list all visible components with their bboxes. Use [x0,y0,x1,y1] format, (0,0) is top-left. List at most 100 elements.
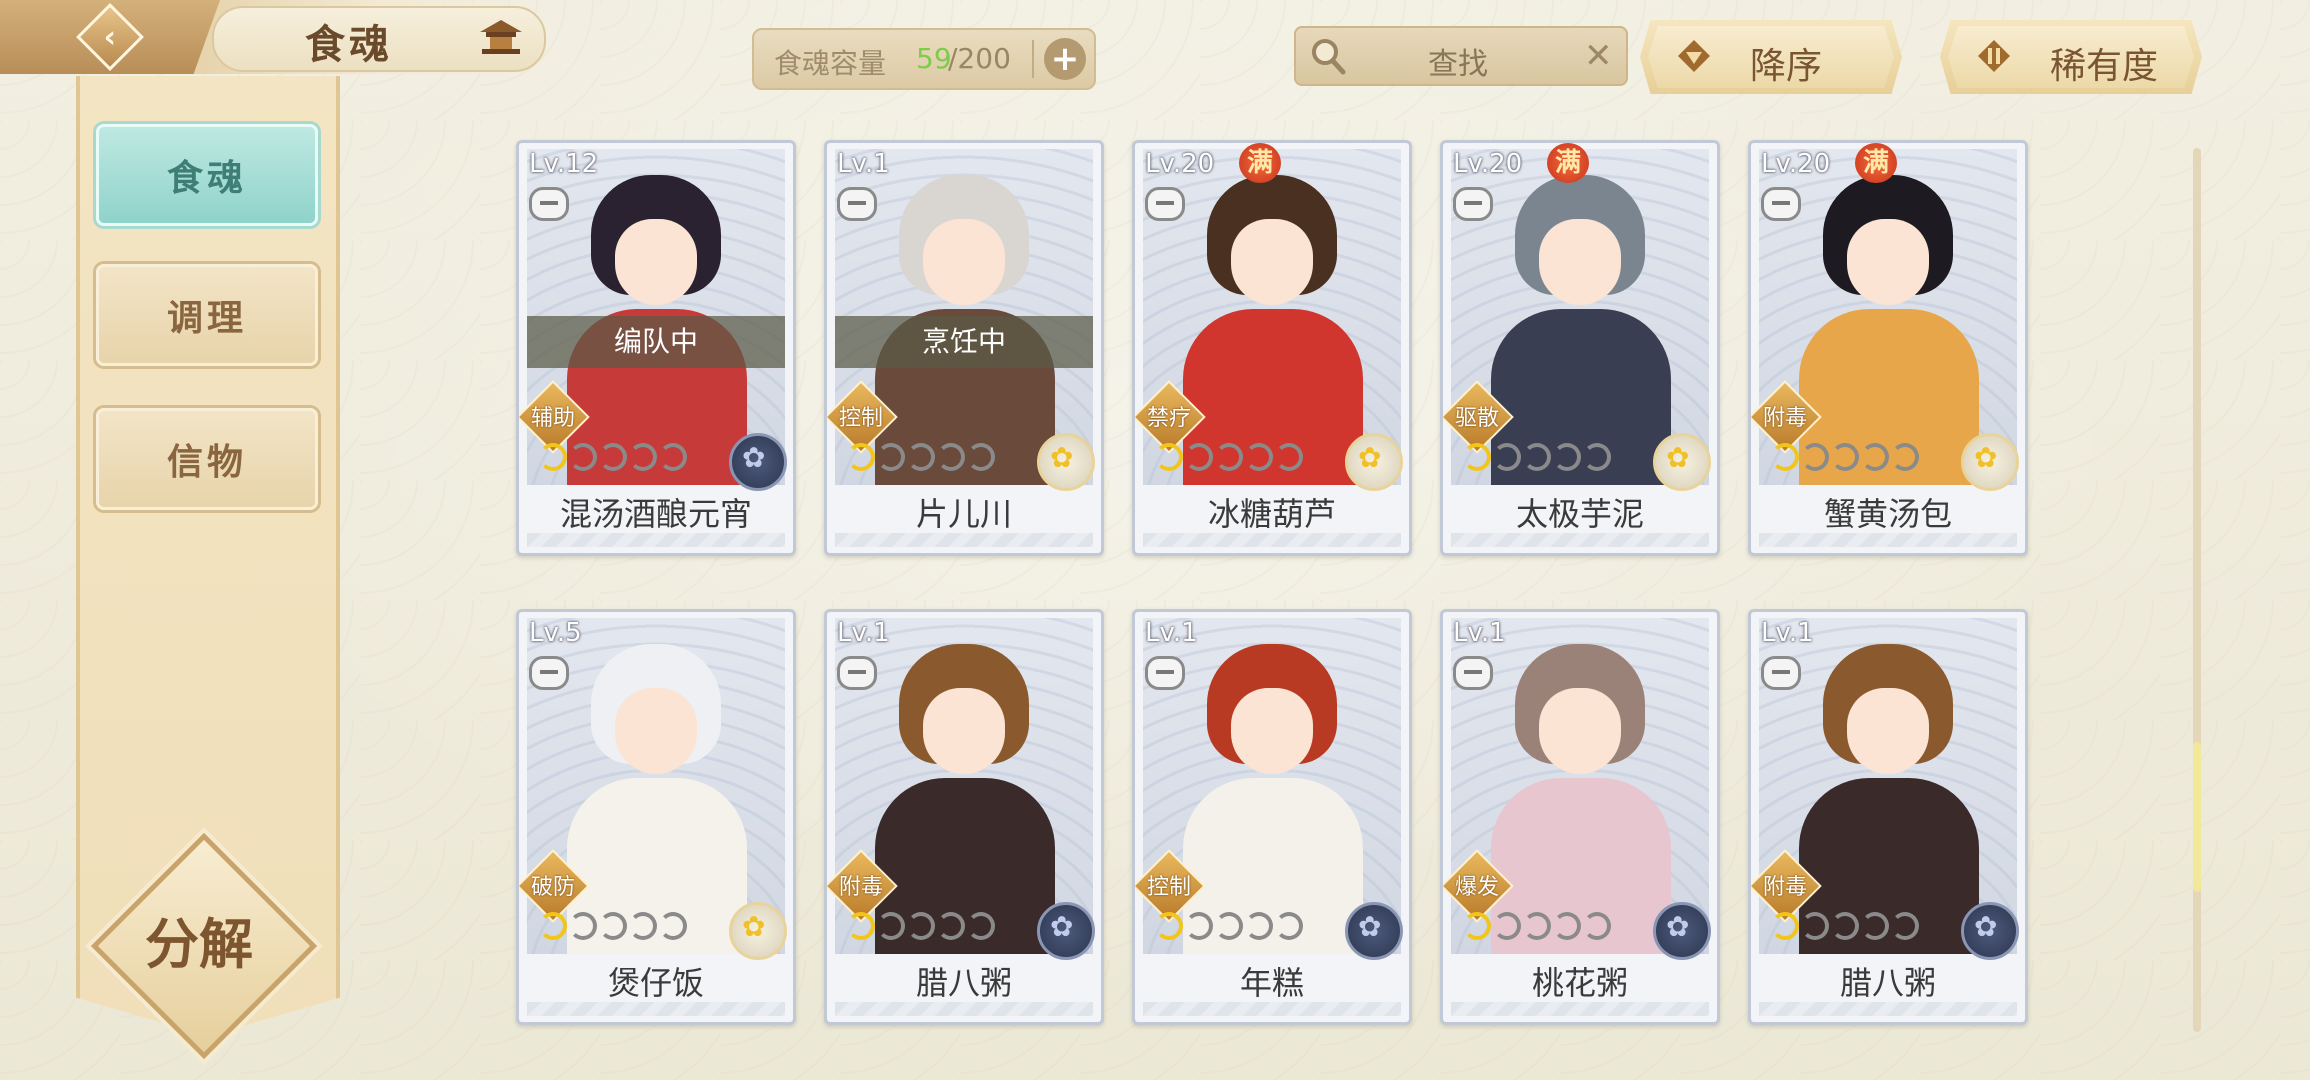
card-footer [835,533,1093,547]
level-label: Lv.1 [837,149,890,179]
star-icon [1801,912,1829,940]
food-soul-name: 腊八粥 [915,964,1012,1002]
character-face [615,688,697,774]
star-icon [967,443,995,471]
food-soul-card[interactable]: Lv.1 附毒 ✿ 腊八粥 [1748,609,2028,1025]
star-icon [1891,443,1919,471]
character-face [1847,219,1929,305]
sort-key-button[interactable]: 稀有度 [1940,20,2202,94]
star-icon [1583,912,1611,940]
back-button[interactable]: ‹ [0,0,220,74]
food-soul-name: 片儿川 [915,495,1012,533]
sort-order-label: 降序 [1750,46,1823,87]
star-icon [629,912,657,940]
character-face [1539,688,1621,774]
card-footer [1143,1002,1401,1016]
level-label: Lv.5 [529,618,582,648]
capacity-label: 食魂容量 [774,47,887,80]
food-soul-name: 冰糖葫芦 [1207,495,1336,533]
role-label: 禁疗 [1146,406,1191,431]
lock-toggle-icon[interactable] [1145,187,1185,221]
food-soul-name: 桃花粥 [1531,964,1628,1002]
role-label: 附毒 [1762,406,1807,431]
rarity-flower-icon: ✿ [1653,902,1711,960]
star-icon [1215,912,1243,940]
rarity-flower-icon: ✿ [729,902,787,960]
rarity-flower-icon: ✿ [1037,902,1095,960]
star-icon [599,912,627,940]
lock-toggle-icon[interactable] [1761,187,1801,221]
star-icon [1771,443,1799,471]
lock-toggle-icon[interactable] [529,187,569,221]
star-icon [967,912,995,940]
sort-order-button[interactable]: 降序 [1640,20,1902,94]
star-icon [1245,443,1273,471]
lock-toggle-icon[interactable] [1145,656,1185,690]
food-soul-card[interactable]: Lv.12 编队中 辅助 ✿ 混汤酒酿元宵 [516,140,796,556]
lock-toggle-icon[interactable] [1761,656,1801,690]
scrollbar-thumb[interactable] [2193,742,2201,892]
add-capacity-button[interactable]: + [1044,38,1086,80]
lock-toggle-icon[interactable] [1453,656,1493,690]
food-soul-card[interactable]: Lv.5 破防 ✿ 煲仔饭 [516,609,796,1025]
tab-food-soul[interactable]: 食魂 [96,124,318,226]
level-label: Lv.1 [1453,618,1506,648]
role-label: 驱散 [1454,406,1499,431]
capacity-divider [1032,40,1034,78]
star-icon [1831,912,1859,940]
card-footer [527,1002,785,1016]
star-icon [1553,912,1581,940]
level-label: Lv.20 [1145,149,1215,179]
star-icon [877,912,905,940]
role-label: 爆发 [1454,875,1499,900]
star-icon [569,912,597,940]
star-icon [1493,443,1521,471]
food-soul-card[interactable]: Lv.1 控制 ✿ 年糕 [1132,609,1412,1025]
capacity-max: /200 [948,42,1011,75]
search-input[interactable]: 查找 ✕ [1294,26,1628,86]
rarity-flower-icon: ✿ [1653,433,1711,491]
lock-toggle-icon[interactable] [837,656,877,690]
star-icon [1185,443,1213,471]
tab-conditioning[interactable]: 调理 [96,264,318,366]
role-label: 破防 [530,875,575,900]
star-icon [1463,443,1491,471]
food-soul-name: 煲仔饭 [607,964,704,1002]
back-arrow-icon: ‹ [76,3,144,71]
rarity-flower-icon: ✿ [1345,902,1403,960]
lock-toggle-icon[interactable] [1453,187,1493,221]
card-footer [1759,533,2017,547]
clear-search-icon[interactable]: ✕ [1584,36,1613,76]
tab-tokens[interactable]: 信物 [96,408,318,510]
lock-toggle-icon[interactable] [529,656,569,690]
status-banner: 烹饪中 [835,316,1093,368]
scrollbar-track[interactable] [2193,148,2201,1032]
star-icon [1245,912,1273,940]
star-icon [877,443,905,471]
star-icon [1463,912,1491,940]
food-soul-card[interactable]: Lv.1 爆发 ✿ 桃花粥 [1440,609,1720,1025]
card-footer [1143,533,1401,547]
lock-toggle-icon[interactable] [837,187,877,221]
food-soul-card[interactable]: Lv.1 附毒 ✿ 腊八粥 [824,609,1104,1025]
character-face [923,688,1005,774]
star-icon [1493,912,1521,940]
character-face [615,219,697,305]
card-footer [1759,1002,2017,1016]
rarity-flower-icon: ✿ [1345,433,1403,491]
page-title: 食魂 [305,21,393,68]
food-soul-card[interactable]: Lv.1 烹饪中 控制 ✿ 片儿川 [824,140,1104,556]
role-label: 附毒 [838,875,883,900]
food-soul-card[interactable]: Lv.20 满禁疗 ✿ 冰糖葫芦 [1132,140,1412,556]
star-icon [1553,443,1581,471]
food-soul-card[interactable]: Lv.20 满附毒 ✿ 蟹黄汤包 [1748,140,2028,556]
home-button[interactable] [470,12,532,62]
rarity-flower-icon: ✿ [1961,902,2019,960]
star-icon [539,443,567,471]
star-icon [1861,443,1889,471]
food-soul-card[interactable]: Lv.20 满驱散 ✿ 太极芋泥 [1440,140,1720,556]
level-label: Lv.1 [1761,618,1814,648]
food-soul-name: 太极芋泥 [1515,495,1644,533]
sort-key-label: 稀有度 [2050,46,2159,87]
star-icon [1583,443,1611,471]
